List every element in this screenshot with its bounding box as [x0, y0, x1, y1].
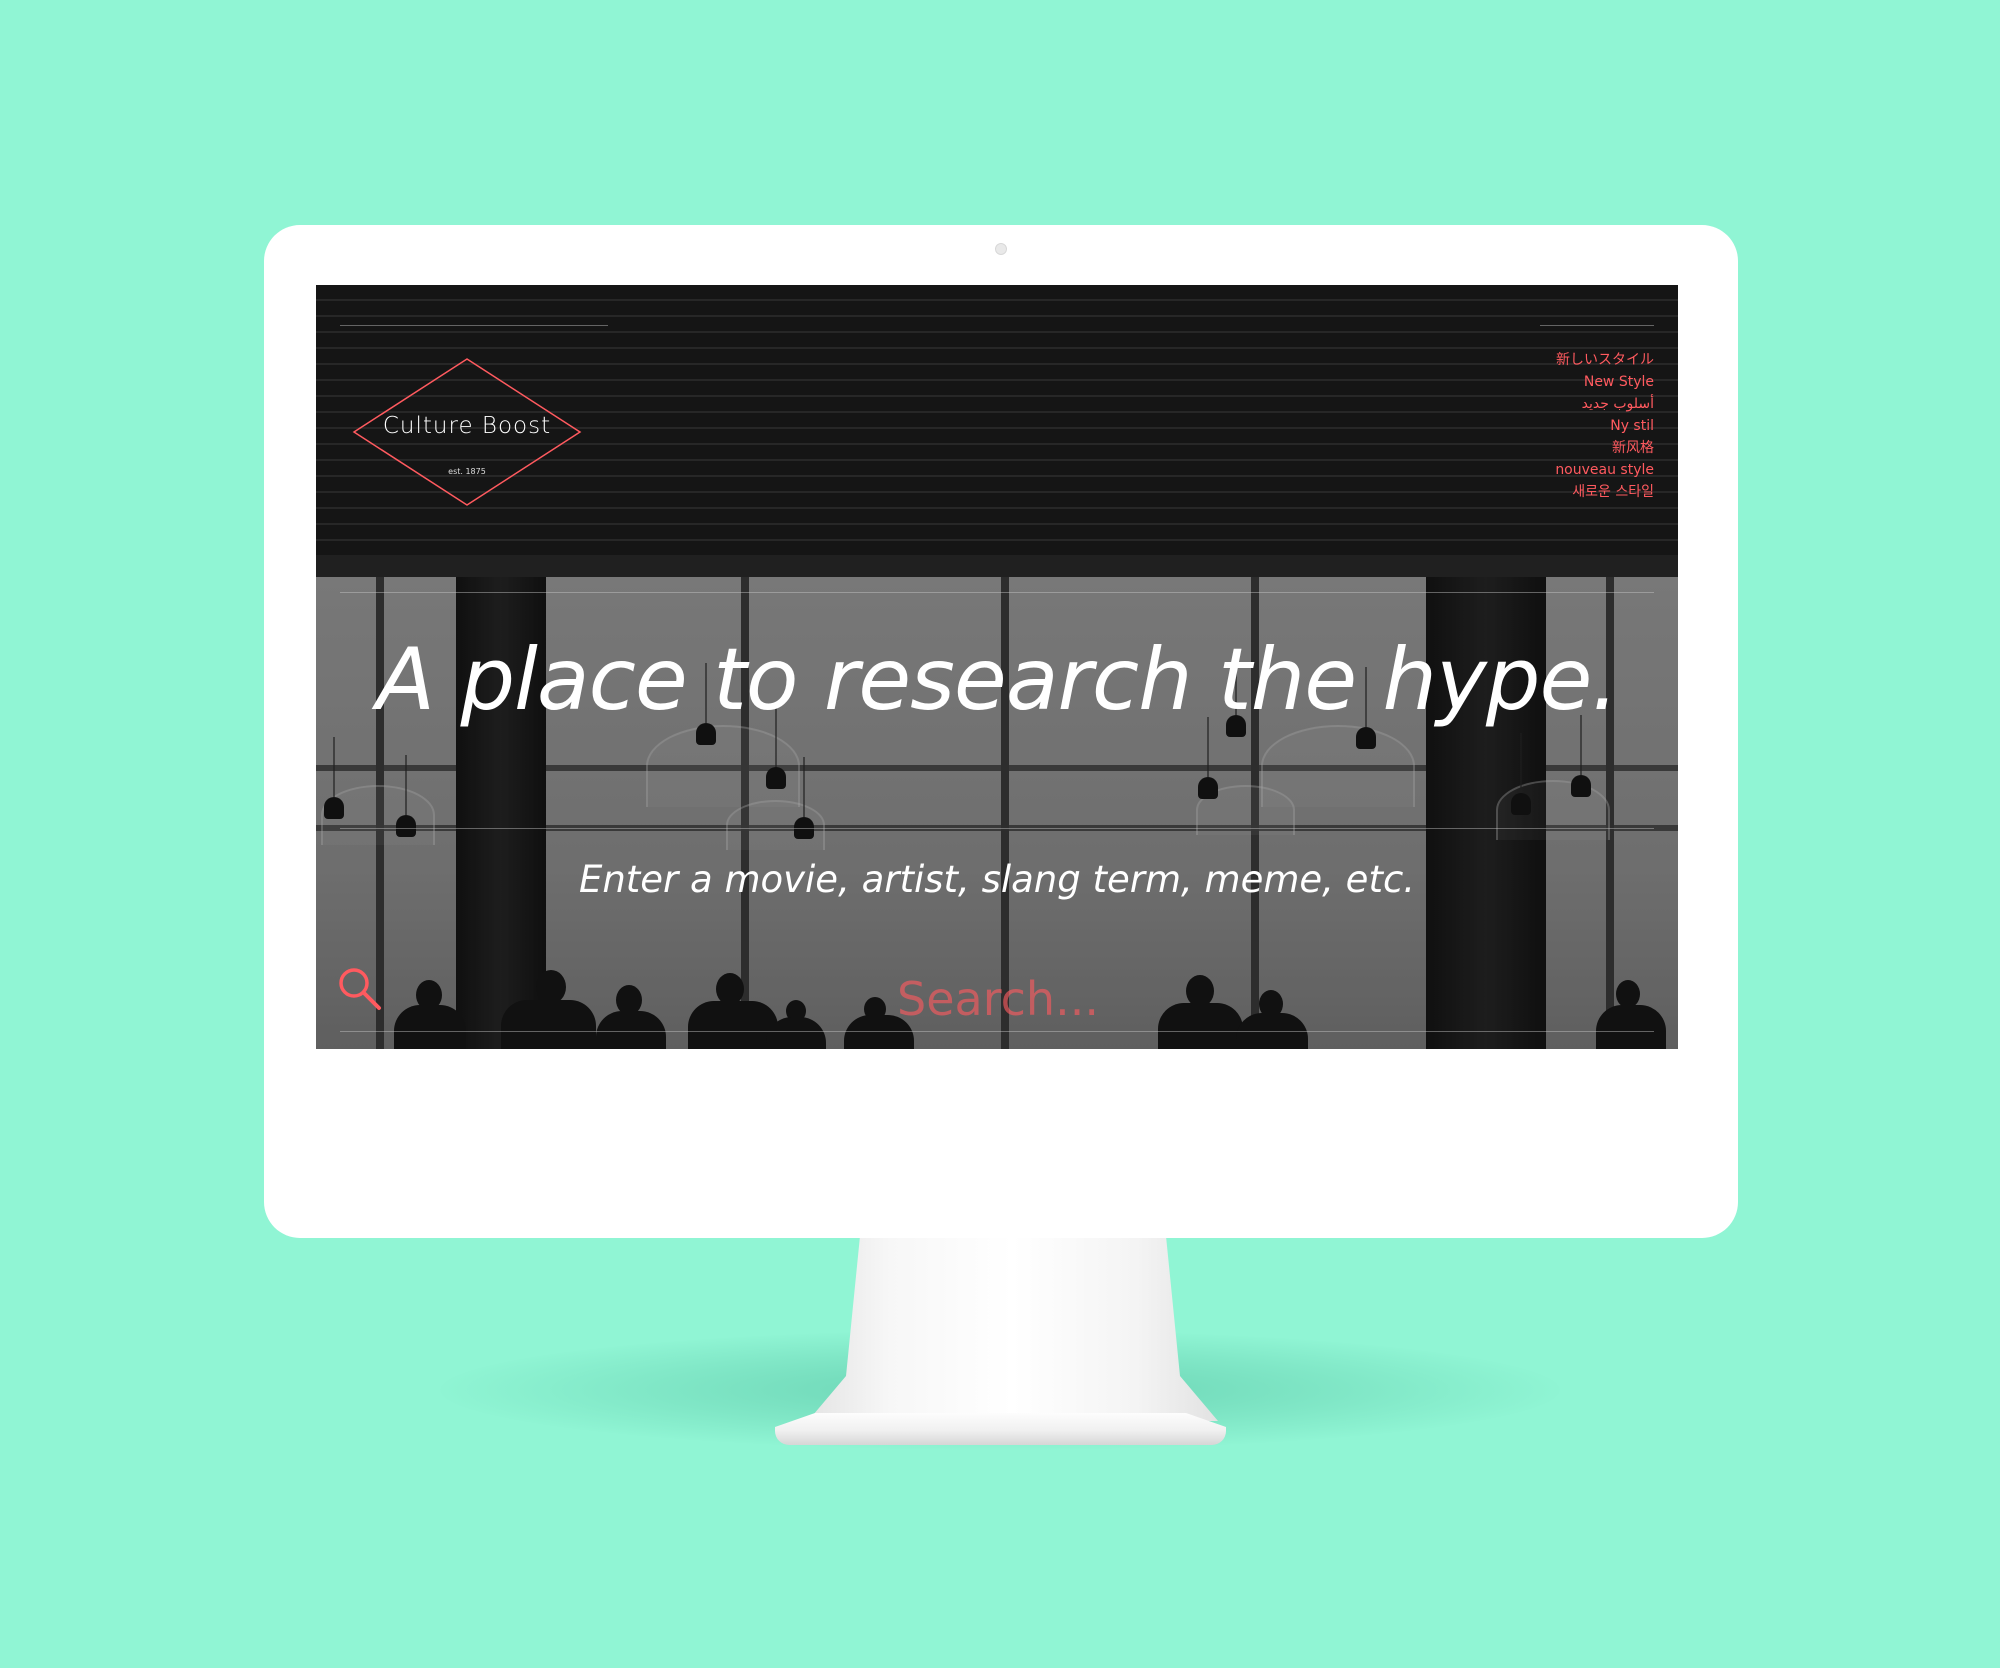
- language-option-french[interactable]: nouveau style: [1555, 459, 1654, 481]
- language-option-english[interactable]: New Style: [1555, 371, 1654, 393]
- divider-line: [340, 1031, 1654, 1032]
- monitor-stand-base: [775, 1413, 1226, 1445]
- hero-headline: A place to research the hype.: [376, 630, 1618, 730]
- divider-line: [1540, 325, 1654, 326]
- language-selector: 新しいスタイル New Style أسلوب جديد Ny stil 新风格…: [1555, 349, 1654, 503]
- logo-tagline: est. 1875: [448, 467, 486, 476]
- language-option-korean[interactable]: 새로운 스타일: [1555, 481, 1654, 503]
- language-option-japanese[interactable]: 新しいスタイル: [1555, 349, 1654, 371]
- logo-title: Culture Boost: [382, 413, 552, 439]
- divider-line: [340, 828, 1654, 829]
- divider-line: [340, 325, 608, 326]
- language-option-chinese[interactable]: 新风格: [1555, 437, 1654, 459]
- website-screen: Culture Boost est. 1875 新しいスタイル New Styl…: [316, 285, 1678, 1049]
- search-icon[interactable]: [336, 965, 384, 1013]
- monitor-stand: [808, 1236, 1218, 1421]
- language-option-arabic[interactable]: أسلوب جديد: [1555, 393, 1654, 415]
- site-logo[interactable]: Culture Boost est. 1875: [352, 357, 582, 507]
- divider-line: [340, 592, 1654, 593]
- camera-icon: [995, 243, 1007, 255]
- hero-subheadline: Enter a movie, artist, slang term, meme,…: [578, 858, 1416, 901]
- language-option-danish[interactable]: Ny stil: [1555, 415, 1654, 437]
- search-input[interactable]: [736, 968, 1260, 1030]
